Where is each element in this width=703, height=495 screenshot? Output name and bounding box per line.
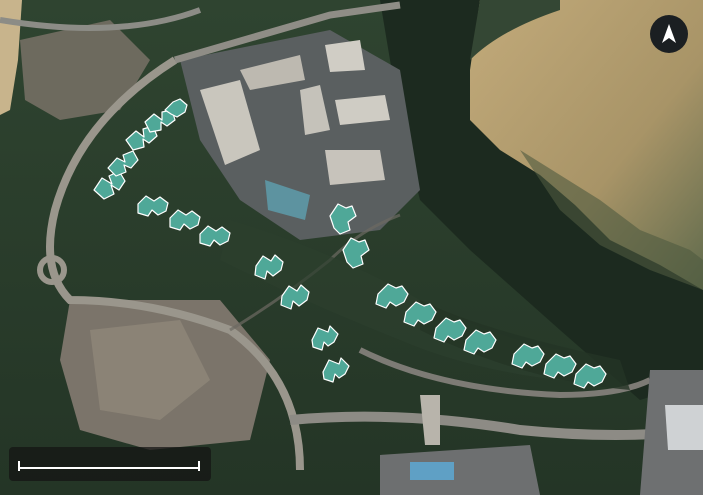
building-footprint[interactable] bbox=[342, 237, 370, 269]
building-footprint[interactable] bbox=[329, 203, 357, 235]
building-footprint[interactable] bbox=[573, 363, 607, 389]
building-footprint[interactable] bbox=[375, 283, 409, 309]
building-footprint[interactable] bbox=[311, 325, 339, 351]
scale-bar-tick-left bbox=[18, 461, 20, 471]
building-footprint[interactable] bbox=[403, 301, 437, 327]
satellite-map[interactable] bbox=[0, 0, 703, 495]
scale-bar-tick-right bbox=[198, 461, 200, 471]
building-footprint[interactable] bbox=[511, 343, 545, 369]
building-footprint[interactable] bbox=[463, 329, 497, 355]
building-footprint[interactable] bbox=[280, 284, 310, 310]
building-footprint[interactable] bbox=[137, 195, 169, 217]
scale-bar-line bbox=[18, 467, 200, 469]
scale-bar bbox=[9, 447, 211, 481]
north-arrow-icon bbox=[662, 24, 676, 43]
building-footprint[interactable] bbox=[433, 317, 467, 343]
building-footprint[interactable] bbox=[543, 353, 577, 379]
building-footprint[interactable] bbox=[254, 254, 284, 280]
building-footprint[interactable] bbox=[93, 170, 126, 200]
north-arrow-button[interactable] bbox=[650, 15, 688, 53]
building-footprint[interactable] bbox=[107, 150, 139, 177]
building-footprint[interactable] bbox=[322, 357, 350, 383]
building-footprint[interactable] bbox=[199, 225, 231, 247]
building-footprint[interactable] bbox=[169, 209, 201, 231]
highlighted-footprints bbox=[93, 98, 607, 389]
